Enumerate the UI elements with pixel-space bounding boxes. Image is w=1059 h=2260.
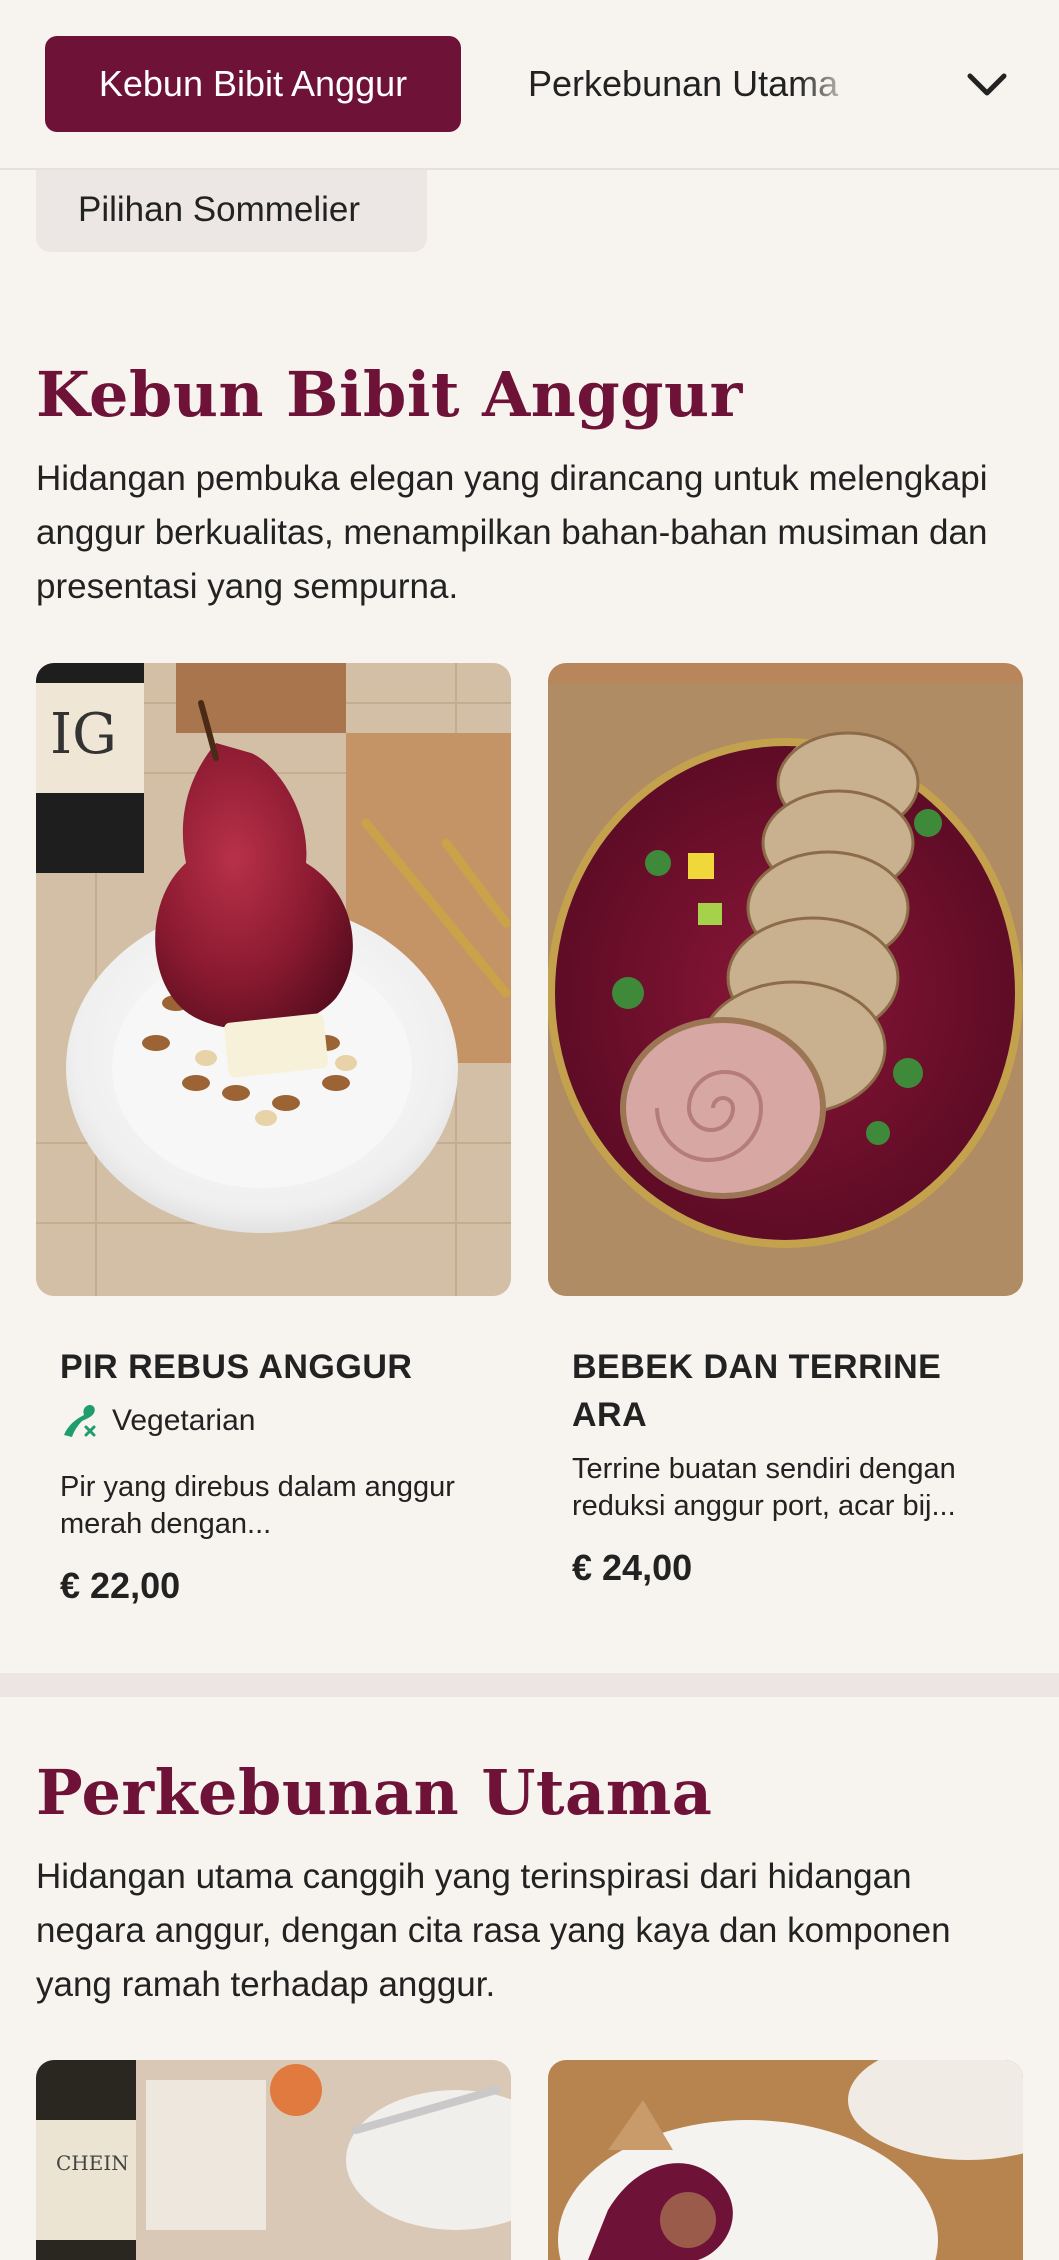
- dish-description: Terrine buatan sendiri dengan reduksi an…: [572, 1453, 956, 1522]
- chevron-down-icon[interactable]: [964, 62, 1010, 108]
- dish-description: Pir yang direbus dalam anggur merah deng…: [60, 1471, 455, 1540]
- section-divider: [0, 1673, 1059, 1697]
- dish-image[interactable]: CHEIN: [36, 2060, 511, 2260]
- section-description: Hidangan pembuka elegan yang dirancang u…: [36, 459, 988, 606]
- vegetarian-badge: Vegetarian: [60, 1401, 490, 1441]
- menu-item-card[interactable]: BEBEK DAN TERRINE ARA Terrine buatan sen…: [572, 1343, 1002, 1589]
- category-nav: Kebun Bibit Anggur Perkebunan Utama: [0, 0, 1059, 170]
- vegetarian-icon: [64, 1405, 96, 1437]
- section-title: Kebun Bibit Anggur: [36, 358, 743, 431]
- dish-image-duck-terrine[interactable]: [548, 663, 1023, 1296]
- dish-name: BEBEK DAN TERRINE ARA: [572, 1348, 942, 1434]
- tab-pilihan-sommelier[interactable]: Pilihan Sommelier: [36, 168, 427, 252]
- section-title: Perkebunan Utama: [36, 1756, 713, 1829]
- section-description: Hidangan utama canggih yang terinspirasi…: [36, 1857, 951, 2004]
- dish-price: € 24,00: [572, 1547, 693, 1588]
- dish-image[interactable]: [548, 2060, 1023, 2260]
- svg-text:CHEIN: CHEIN: [56, 2151, 129, 2175]
- svg-text:IG: IG: [50, 702, 117, 767]
- dish-price: € 22,00: [60, 1565, 181, 1606]
- menu-item-card[interactable]: PIR REBUS ANGGUR Vegetarian Pir yang dir…: [60, 1343, 490, 1607]
- tab-perkebunan-utama[interactable]: Perkebunan Utama: [528, 36, 858, 132]
- dish-image-poached-pear[interactable]: IG: [36, 663, 511, 1296]
- tab-kebun-bibit-anggur[interactable]: Kebun Bibit Anggur: [45, 36, 461, 132]
- dish-name: PIR REBUS ANGGUR: [60, 1348, 413, 1386]
- dish-tag: Vegetarian: [112, 1404, 256, 1437]
